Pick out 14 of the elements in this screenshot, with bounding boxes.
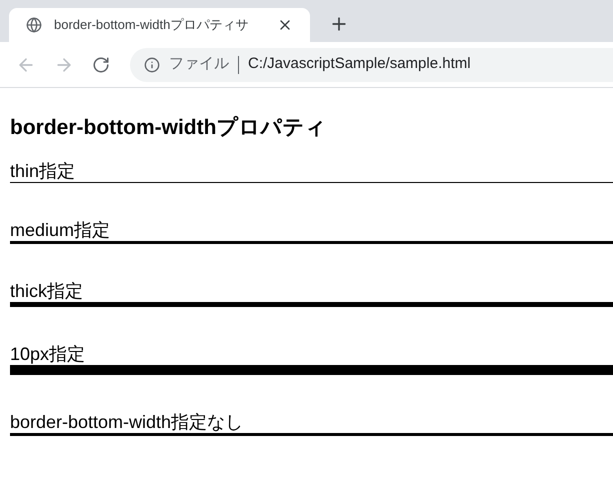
browser-tab[interactable]: border-bottom-widthプロパティサ — [9, 8, 310, 42]
address-bar[interactable]: ファイル C:/JavascriptSample/sample.html — [130, 48, 613, 82]
info-icon — [144, 56, 160, 72]
tab-title: border-bottom-widthプロパティサ — [54, 16, 250, 34]
reload-icon[interactable] — [92, 56, 110, 74]
url-text: C:/JavascriptSample/sample.html — [248, 54, 471, 74]
bordered-paragraph: medium指定 — [10, 219, 613, 244]
globe-icon — [26, 17, 42, 33]
bordered-paragraph: border-bottom-width指定なし — [10, 411, 613, 436]
page-heading: border-bottom-widthプロパティ — [10, 115, 328, 141]
bordered-paragraph: thick指定 — [10, 280, 613, 307]
scheme-label: ファイル — [169, 54, 229, 74]
bordered-paragraph: 10px指定 — [10, 343, 613, 375]
bordered-paragraph: thin指定 — [10, 160, 613, 183]
